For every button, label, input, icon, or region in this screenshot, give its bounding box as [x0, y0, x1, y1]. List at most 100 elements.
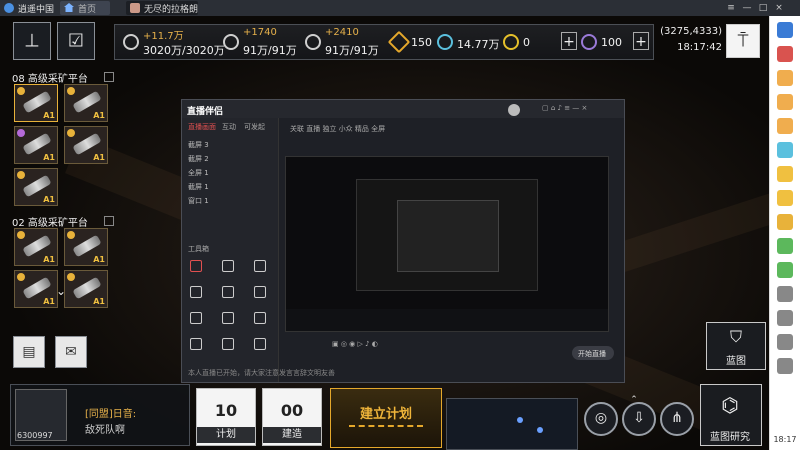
window-controls[interactable]: ▢ ⌂ ♪ ≡ — ×: [542, 104, 587, 112]
sidebar-app-icon[interactable]: [777, 358, 793, 374]
scene-item[interactable]: 窗口 1: [188, 196, 209, 206]
nested-preview: [356, 179, 538, 291]
chat-message: 敌死队啊: [85, 425, 125, 436]
sidebar-app-icon[interactable]: [777, 214, 793, 230]
sidebar-app-icon[interactable]: [777, 238, 793, 254]
add-gem-button[interactable]: +: [633, 32, 649, 50]
fleet-slot[interactable]: A1: [64, 126, 108, 164]
scene-item[interactable]: 截屏 1: [188, 182, 209, 192]
tool-icon[interactable]: [190, 286, 202, 298]
panel-collapse-icon[interactable]: [104, 72, 114, 82]
avatar[interactable]: [508, 104, 520, 116]
sidebar-app-icon[interactable]: [777, 286, 793, 302]
minimap[interactable]: [446, 398, 578, 450]
fleet-slot[interactable]: A1: [64, 228, 108, 266]
tool-icon[interactable]: [254, 312, 266, 324]
download-button[interactable]: ⇩: [622, 402, 656, 436]
sidebar-app-icon[interactable]: [777, 94, 793, 110]
mail-button[interactable]: ✉: [55, 336, 87, 368]
blueprint-button[interactable]: ⛉ 蓝图: [706, 322, 766, 370]
tool-icon[interactable]: [190, 312, 202, 324]
stream-window[interactable]: 直播伴侣 ▢ ⌂ ♪ ≡ — × 直播画面 互动 可发起 截屏 3 截屏 2 全…: [181, 99, 625, 383]
plan-count-button[interactable]: 10 计划: [196, 388, 256, 446]
sidebar-app-icon[interactable]: [777, 166, 793, 182]
build-count-button[interactable]: 00 建造: [262, 388, 322, 446]
coordinates-display: (3275,4333) 18:17:42: [656, 24, 722, 60]
stream-bottom-tools[interactable]: ▣ ◎ ◉ ▷ ♪ ◐: [332, 340, 378, 348]
tool-icon[interactable]: [222, 338, 234, 350]
stream-header: 直播伴侣 ▢ ⌂ ♪ ≡ — ×: [182, 100, 624, 118]
scene-item[interactable]: 全屏 1: [188, 168, 209, 178]
fleet-slot[interactable]: A1: [14, 84, 58, 122]
tool-icon[interactable]: [222, 312, 234, 324]
build-count: 00: [280, 401, 304, 420]
stream-status-text: 关联 直播 独立 小众 精品 全屏: [290, 125, 386, 133]
tab-game[interactable]: 无尽的拉格朗日: [126, 1, 198, 28]
sidebar-app-icon[interactable]: [777, 334, 793, 350]
maximize-icon[interactable]: □: [758, 3, 768, 13]
tool-icon[interactable]: [222, 286, 234, 298]
credit-value: 14.77万: [457, 38, 500, 51]
fleet-slot[interactable]: A1: [14, 270, 58, 308]
tool-icon[interactable]: [254, 286, 266, 298]
sidebar-app-icon[interactable]: [777, 310, 793, 326]
tool-icon[interactable]: [254, 338, 266, 350]
gem-value: 100: [601, 36, 622, 49]
mail-icon: ✉: [65, 344, 77, 360]
minimap-marker: [517, 417, 523, 423]
fleet-slot[interactable]: A1: [64, 270, 108, 308]
checklist-icon: ☑: [67, 30, 85, 52]
tool-icon[interactable]: [190, 338, 202, 350]
stream-tab-1[interactable]: 互动: [222, 122, 236, 132]
close-icon[interactable]: ×: [774, 3, 784, 13]
fleet-button[interactable]: ⋔: [660, 402, 694, 436]
tool-icon[interactable]: [222, 260, 234, 272]
document-icon: ▤: [22, 344, 36, 360]
game-viewport[interactable]: ⊥ ☑ +11.7万 3020万/3020万 +1740 91万/91万 +24…: [0, 16, 770, 450]
add-gold-button[interactable]: +: [561, 32, 577, 50]
stream-tab-0[interactable]: 直播画面: [188, 122, 216, 132]
sidebar-app-icon[interactable]: [777, 46, 793, 62]
notes-button[interactable]: ▤: [13, 336, 45, 368]
sidebar-app-icon[interactable]: [777, 70, 793, 86]
tasks-button[interactable]: ☑: [57, 22, 95, 60]
credit-icon: [437, 34, 453, 50]
scene-item[interactable]: 截屏 2: [188, 154, 209, 164]
stream-tab-2[interactable]: 可发起: [244, 122, 265, 132]
start-stream-button[interactable]: 开始直播: [572, 346, 614, 360]
tab-home[interactable]: 首页: [60, 1, 110, 15]
deuterium-resource-icon: [305, 34, 321, 50]
location-icon: ⊥: [24, 30, 40, 52]
fleet-slot[interactable]: A1: [14, 168, 58, 206]
plan-count: 10: [214, 401, 238, 420]
fleet-slot[interactable]: A1: [14, 228, 58, 266]
blueprint-icon: ⛉: [729, 327, 742, 346]
menu-icon[interactable]: ≡: [726, 3, 736, 13]
sidebar-app-icon[interactable]: [777, 22, 793, 38]
expand-chevron-icon[interactable]: ⌄: [56, 284, 66, 298]
map-pin-button[interactable]: ⍑: [726, 24, 760, 58]
minimize-icon[interactable]: —: [742, 3, 752, 13]
blueprint-research-label: 蓝图研究: [710, 432, 750, 443]
energy-icon: [387, 30, 411, 54]
scene-item[interactable]: 截屏 3: [188, 140, 209, 150]
home-icon: [64, 3, 74, 12]
fleet-slot[interactable]: A1: [14, 126, 58, 164]
sidebar-app-icon[interactable]: [777, 142, 793, 158]
tool-icon[interactable]: [254, 260, 266, 272]
blueprint-research-button[interactable]: ⌬ 蓝图研究: [700, 384, 762, 446]
metal-delta: +11.7万: [143, 31, 184, 42]
fleet-slot[interactable]: A1: [64, 84, 108, 122]
sidebar-app-icon[interactable]: [777, 262, 793, 278]
sidebar-app-icon[interactable]: [777, 190, 793, 206]
panel-collapse-icon[interactable]: [104, 216, 114, 226]
pin-icon: ⍑: [737, 30, 749, 52]
galaxy-button[interactable]: ◎: [584, 402, 618, 436]
create-plan-button[interactable]: 建立计划: [330, 388, 442, 448]
location-button[interactable]: ⊥: [13, 22, 51, 60]
emulator-logo-icon: [4, 3, 14, 13]
tool-icon[interactable]: [190, 260, 202, 272]
sidebar-app-icon[interactable]: [777, 118, 793, 134]
tab-home-label: 首页: [78, 5, 97, 15]
chat-panel[interactable]: 6300997 [同盟]日音: 敌死队啊: [10, 384, 190, 446]
